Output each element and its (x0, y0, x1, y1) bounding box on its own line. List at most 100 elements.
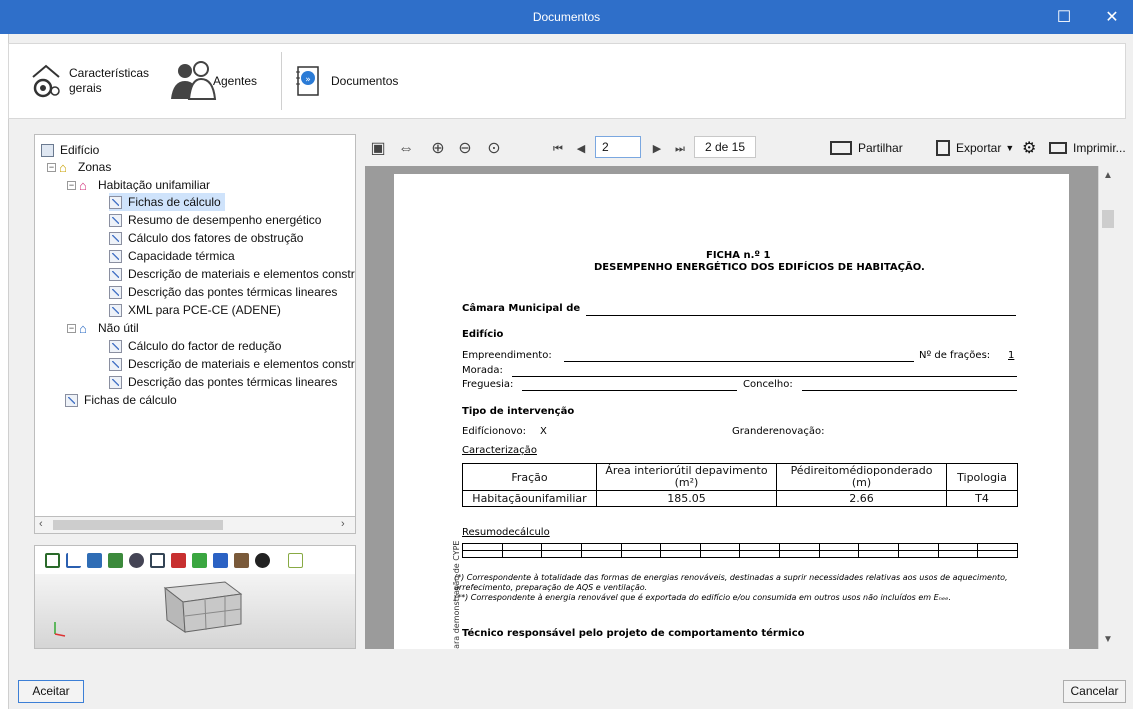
tree-item-obstrucao[interactable]: Cálculo dos fatores de obstrução (109, 229, 303, 247)
tree-item-materiais-nao-util[interactable]: Descrição de materiais e elementos const… (109, 355, 355, 373)
documentos-button[interactable]: » Documentos (293, 54, 398, 108)
toolbar-separator (281, 52, 282, 110)
tree-label: Edifício (60, 143, 100, 157)
caracterizacao-heading: Caracterização (462, 445, 537, 456)
tree-item-materiais[interactable]: Descrição de materiais e elementos const… (109, 265, 355, 283)
grande-renovacao-label: Grandere­novação: (732, 426, 825, 437)
document-preview[interactable]: FICHA n.º 1 DESEMPENHO ENERGÉTICO DOS ED… (365, 166, 1098, 649)
gerais-label: gerais (69, 81, 102, 95)
share-label: Partilhar (858, 141, 903, 155)
camara-label: Câmara Municipal de (462, 303, 581, 314)
tree-item-habitacao[interactable]: ⌂ Habitação unifamiliar (79, 176, 210, 194)
last-page-icon[interactable]: ⏭ (670, 140, 690, 158)
zoom-out-icon[interactable]: ⊖ (455, 140, 475, 158)
caracteristicas-gerais-button[interactable]: Características gerais (29, 54, 149, 108)
maximize-button[interactable]: ☐ (1041, 0, 1087, 34)
intervencao-heading: Tipo de intervenção (462, 406, 575, 417)
ficha-title: FICHA n.º 1 (706, 250, 771, 261)
gear-icon: ⚙ (1022, 140, 1037, 157)
tree-horizontal-scrollbar[interactable]: ‹ › (34, 516, 356, 534)
collapse-icon[interactable]: − (67, 181, 76, 190)
table-row: Habitaçãounifamiliar 185.05 2.66 T4 (462, 490, 1018, 507)
green-icon[interactable] (192, 552, 207, 568)
edificio-novo-mark: X (540, 426, 547, 437)
export-icon (936, 140, 950, 156)
zoom-area-icon[interactable]: ⊙ (484, 140, 504, 158)
page-number-input[interactable]: 2 (595, 136, 641, 158)
collapse-icon[interactable]: − (67, 324, 76, 333)
scroll-right-icon[interactable]: › (341, 518, 345, 530)
next-page-icon[interactable]: ▶ (647, 140, 667, 158)
close-button[interactable]: ✕ (1089, 0, 1133, 34)
document-tree: Edifício − ⌂ Zonas − ⌂ Habitação unifami… (34, 134, 356, 534)
scroll-up-icon[interactable]: ▲ (1103, 170, 1113, 181)
tree-item-capacidade[interactable]: Capacidade térmica (109, 247, 235, 265)
scroll-thumb[interactable] (1102, 210, 1114, 228)
hide-icon[interactable] (255, 552, 270, 568)
zoom-in-icon[interactable]: ⊕ (428, 140, 448, 158)
blue-icon[interactable] (213, 552, 228, 568)
printer-icon (1049, 142, 1067, 154)
viewer-toolbar (35, 546, 355, 574)
document-icon (109, 303, 122, 317)
group-icon[interactable] (108, 552, 123, 568)
3d-icon[interactable] (288, 552, 303, 568)
empreendimento-label: Empreendimento: (462, 350, 552, 361)
document-page: FICHA n.º 1 DESEMPENHO ENERGÉTICO DOS ED… (394, 174, 1069, 649)
preview-vertical-scrollbar[interactable]: ▲ ▼ (1098, 166, 1116, 649)
tree-item-fichas-edificio[interactable]: Fichas de cálculo (65, 391, 177, 409)
house-icon: ⌂ (79, 320, 87, 336)
tree-item-fichas-calculo[interactable]: Fichas de cálculo (109, 193, 225, 211)
3d-view[interactable] (35, 574, 355, 648)
concelho-line (802, 390, 1017, 391)
tree-item-zonas[interactable]: ⌂ Zonas (59, 158, 111, 176)
axes-icon[interactable] (66, 552, 81, 568)
tree-label: Fichas de cálculo (84, 393, 177, 407)
print-button[interactable]: Imprimir... (1049, 138, 1126, 158)
table-cell: T4 (946, 490, 1018, 507)
scroll-left-icon[interactable]: ‹ (39, 518, 43, 530)
settings-button[interactable]: ⚙ (1022, 138, 1036, 158)
tree-item-xml[interactable]: XML para PCE-CE (ADENE) (109, 301, 281, 319)
split-icon[interactable] (150, 552, 165, 568)
zoom-page-icon[interactable]: ▣ (368, 140, 388, 158)
cancel-button[interactable]: Cancelar (1063, 680, 1126, 703)
tree-label: Habitação unifamiliar (98, 178, 211, 192)
document-icon (109, 249, 122, 263)
document-icon (109, 339, 122, 353)
cube-icon[interactable] (234, 552, 249, 568)
tree-item-pontes[interactable]: Descrição das pontes térmicas lineares (109, 283, 337, 301)
first-page-icon[interactable]: ⏮ (548, 140, 568, 158)
red-icon[interactable] (171, 552, 186, 568)
tree-item-factor-reducao[interactable]: Cálculo do factor de redução (109, 337, 281, 355)
building-model-image (54, 581, 243, 637)
page-count-display: 2 de 15 (694, 136, 756, 158)
tecnico-heading: Técnico responsável pelo projeto de comp… (462, 628, 805, 639)
document-icon (109, 357, 122, 371)
tree-item-edificio[interactable]: Edifício (41, 141, 99, 159)
box-icon[interactable] (87, 552, 102, 568)
house-icon: ⌂ (79, 177, 87, 193)
tree-item-resumo[interactable]: Resumo de desempenho energético (109, 211, 321, 229)
camara-line (586, 315, 1016, 316)
scroll-down-icon[interactable]: ▼ (1103, 634, 1113, 645)
document-icon (109, 213, 122, 227)
table-cell: 185.05 (596, 490, 777, 507)
tree-item-nao-util[interactable]: ⌂ Não útil (79, 319, 139, 337)
note-2: (**) Correspondente à energia renovável … (454, 593, 952, 602)
export-button[interactable]: Exportar ▼ (936, 138, 1014, 158)
previous-page-icon[interactable]: ◀ (571, 140, 591, 158)
tree-item-pontes-nao-util[interactable]: Descrição das pontes térmicas lineares (109, 373, 337, 391)
layers-icon[interactable] (45, 552, 60, 568)
scroll-thumb[interactable] (53, 520, 223, 530)
share-button[interactable]: Partilhar (830, 138, 903, 158)
document-icon (109, 195, 122, 209)
collapse-icon[interactable]: − (47, 163, 56, 172)
accept-button[interactable]: Aceitar (18, 680, 84, 703)
document-icon (65, 393, 78, 407)
eye-icon[interactable] (129, 552, 144, 568)
tree-label: Capacidade térmica (128, 249, 235, 263)
fit-width-icon[interactable]: ⇔ (396, 140, 416, 158)
agentes-button[interactable]: Agentes (169, 54, 257, 108)
tree-label: Resumo de desempenho energético (128, 213, 322, 227)
